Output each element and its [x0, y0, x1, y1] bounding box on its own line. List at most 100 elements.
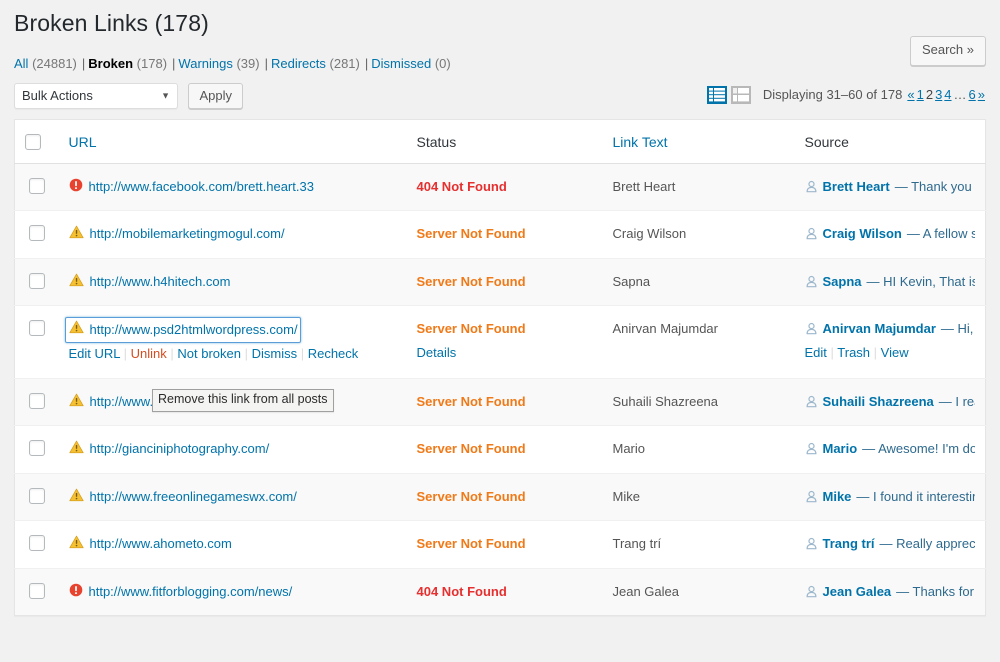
row-checkbox[interactable] — [29, 392, 45, 409]
url-link[interactable]: http://www.psd2htmlwordpress.com/ — [90, 320, 298, 340]
row-checkbox[interactable] — [29, 582, 45, 599]
filter-item-redirects: Redirects (281) — [271, 56, 371, 71]
filter-link-broken[interactable]: Broken — [88, 56, 133, 71]
filter-link-all[interactable]: All — [14, 56, 28, 71]
row-checkbox[interactable] — [29, 535, 45, 552]
row-checkbox[interactable] — [29, 440, 45, 457]
source-author-link[interactable]: Mario — [823, 439, 858, 459]
filter-link-redirects[interactable]: Redirects — [271, 56, 326, 71]
displaying-count: Displaying 31–60 of 178 — [762, 87, 903, 103]
link-text-cell: Mike — [602, 472, 795, 521]
row-action-trash[interactable]: Trash — [837, 345, 870, 360]
url-link[interactable]: http://www.ahometo.com — [90, 534, 232, 554]
table-row: http://gianciniphotography.com/Server No… — [14, 425, 986, 474]
column-header-url[interactable]: URL — [58, 119, 407, 164]
row-action-edit-url[interactable]: Edit URL — [69, 346, 121, 361]
row-action-dismiss[interactable]: Dismiss — [252, 346, 298, 361]
list-view-icon[interactable] — [706, 85, 727, 105]
source-excerpt: — I found it interesting ... — [856, 488, 975, 504]
row-checkbox[interactable] — [29, 272, 45, 289]
warning-icon — [68, 393, 84, 413]
row-checkbox[interactable] — [29, 320, 45, 337]
author-icon — [805, 321, 818, 339]
table-row: http://mobilemarketingmogul.com/Server N… — [14, 210, 986, 259]
row-checkbox[interactable] — [29, 487, 45, 504]
row-checkbox[interactable] — [29, 225, 45, 242]
source-cell: Sapna— HI Kevin, That is a g... — [794, 257, 986, 306]
url-row-actions: Edit URL Unlink Not broken Dismiss Recheck — [69, 344, 397, 365]
url-link[interactable]: http://www.freeonlinegameswx.com/ — [90, 487, 297, 507]
source-author-link[interactable]: Suhaili Shazreena — [823, 392, 934, 412]
row-select-cell — [14, 425, 59, 474]
source-author-link[interactable]: Sapna — [823, 272, 862, 292]
row-action: Edit — [805, 345, 838, 360]
filter-count-dismissed: (0) — [431, 55, 451, 71]
author-icon — [805, 584, 818, 602]
row-action-view[interactable]: View — [881, 345, 909, 360]
url-link[interactable]: http://mobilemarketingmogul.com/ — [90, 224, 285, 244]
link-text-cell: Mario — [602, 425, 795, 474]
source-cell: Trang trí— Really appreciate... — [794, 520, 986, 569]
filter-links: All (24881)Broken (178)Warnings (39)Redi… — [14, 51, 459, 77]
table-row: http://www.fitforblogging.com/news/404 N… — [14, 567, 986, 616]
column-header-link-text[interactable]: Link Text — [602, 119, 795, 164]
url-cell: http://gianciniphotography.com/ — [58, 425, 407, 474]
source-excerpt: — HI Kevin, That is a g... — [866, 273, 975, 289]
filter-count-redirects: (281) — [325, 55, 360, 71]
source-author-link[interactable]: Mike — [823, 487, 852, 507]
url-link[interactable]: http://www.h4hitech.com — [90, 272, 231, 292]
source-author-link[interactable]: Brett Heart — [823, 177, 890, 197]
pagination-page-1[interactable]: 1 — [917, 87, 924, 102]
warning-icon — [68, 273, 84, 293]
pagination-page-4[interactable]: 4 — [944, 87, 951, 102]
row-action-details[interactable]: Details — [417, 345, 457, 360]
source-author-link[interactable]: Anirvan Majumdar — [823, 319, 936, 339]
url-line: http://www.fitforblogging.com/news/ — [69, 582, 397, 603]
source-author-link[interactable]: Craig Wilson — [823, 224, 902, 244]
page-wrap: Broken Links (178) All (24881)Broken (17… — [0, 0, 1000, 662]
table-row: http://www.facebook.com/brett.heart.33 40… — [14, 163, 986, 211]
column-header-url-link[interactable]: URL — [69, 134, 97, 150]
pagination-page-6[interactable]: 6 — [969, 87, 976, 102]
url-link[interactable]: http://gianciniphotography.com/ — [90, 439, 270, 459]
pagination-last[interactable]: » — [978, 87, 985, 102]
url-cell: http://www.ahometo.com — [58, 520, 407, 569]
row-action-not-broken[interactable]: Not broken — [177, 346, 241, 361]
select-all-header — [14, 119, 59, 164]
source-line: Sapna— HI Kevin, That is a g... — [805, 272, 975, 292]
error-icon — [69, 583, 83, 603]
url-cell: http://www.freeonlinegameswx.com/ — [58, 472, 407, 521]
source-author-link[interactable]: Trang trí — [823, 534, 875, 554]
warning-icon — [68, 320, 84, 340]
detail-view-icon[interactable] — [730, 85, 751, 105]
source-author-link[interactable]: Jean Galea — [823, 582, 892, 602]
pagination-current-page: 2 — [925, 87, 934, 103]
filter-link-warnings[interactable]: Warnings — [178, 56, 232, 71]
row-action: Dismiss — [252, 346, 308, 361]
source-line: Craig Wilson— A fellow scot... — [805, 224, 975, 244]
row-select-cell — [14, 472, 59, 521]
url-line: http://mobilemarketingmogul.com/ — [68, 224, 397, 245]
pagination-page-3[interactable]: 3 — [935, 87, 942, 102]
source-cell: Craig Wilson— A fellow scot... — [794, 210, 986, 259]
url-cell: http://www.fitforblogging.com/news/ — [58, 567, 407, 616]
filter-link-dismissed[interactable]: Dismissed — [371, 56, 431, 71]
status-badge: Server Not Found — [416, 226, 526, 242]
source-excerpt: — Thank you for ... — [894, 178, 975, 194]
row-checkbox[interactable] — [29, 177, 45, 194]
row-action-edit[interactable]: Edit — [805, 345, 827, 360]
source-cell: Anirvan Majumdar— Hi, Th... Edit Trash View — [794, 305, 986, 379]
link-text-value: Anirvan Majumdar — [612, 321, 719, 337]
link-text-cell: Craig Wilson — [602, 210, 795, 259]
column-header-link-text-link[interactable]: Link Text — [613, 134, 668, 150]
row-action-unlink[interactable]: Unlink — [131, 346, 167, 361]
link-text-value: Trang trí — [612, 536, 662, 552]
url-link[interactable]: http://www.fitforblogging.com/news/ — [89, 582, 293, 602]
url-link[interactable]: http://www.facebook.com/brett.heart.33 — [89, 177, 314, 197]
row-action-recheck[interactable]: Recheck — [308, 346, 359, 361]
select-all-checkbox[interactable] — [25, 133, 41, 150]
bulk-actions-select[interactable]: Bulk Actions ▼ — [14, 82, 178, 109]
search-submit-button[interactable]: Search » — [909, 36, 986, 66]
pagination-first[interactable]: « — [907, 87, 914, 102]
apply-button[interactable]: Apply — [188, 82, 243, 109]
